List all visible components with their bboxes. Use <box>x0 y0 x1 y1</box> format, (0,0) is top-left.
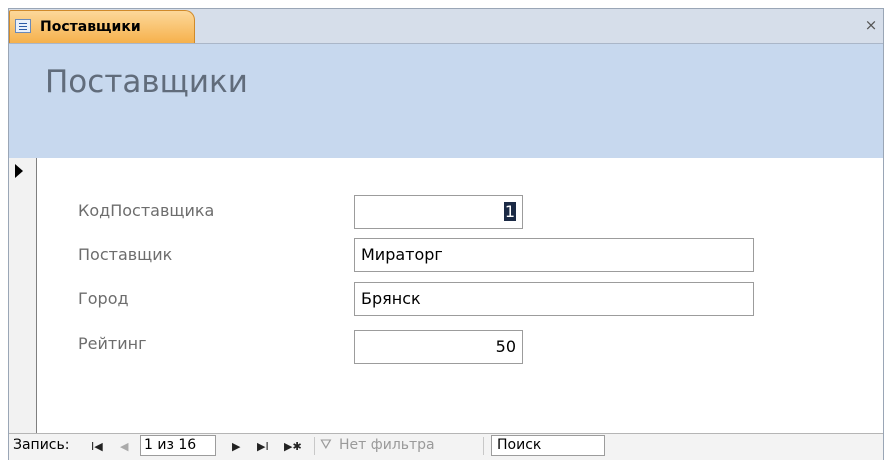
page-title: Поставщики <box>45 64 248 100</box>
form-header: Поставщики <box>9 44 883 158</box>
first-record-icon[interactable]: I◀ <box>91 440 103 453</box>
supplier-id-label: КодПоставщика <box>78 201 215 220</box>
separator <box>483 437 484 455</box>
search-input[interactable]: Поиск <box>491 435 605 456</box>
record-selector[interactable] <box>9 158 37 433</box>
record-label: Запись: <box>13 437 70 453</box>
funnel-icon: ⛛ <box>320 437 332 453</box>
supplier-name-label: Поставщик <box>78 245 173 264</box>
form-window: Поставщики × Поставщики КодПоставщика 1 … <box>8 8 884 460</box>
new-record-icon[interactable]: ▶✱ <box>284 440 302 453</box>
supplier-name-field[interactable]: Мираторг <box>354 238 754 272</box>
current-record-icon <box>15 164 23 178</box>
current-record-input[interactable]: 1 из 16 <box>140 435 216 456</box>
rating-label: Рейтинг <box>78 334 147 353</box>
tab-label: Поставщики <box>40 19 141 35</box>
close-icon[interactable]: × <box>863 16 879 34</box>
form-icon <box>15 19 31 33</box>
city-label: Город <box>78 289 129 308</box>
document-tab-bar: Поставщики × <box>9 9 883 44</box>
separator <box>314 437 315 455</box>
tab-suppliers[interactable]: Поставщики <box>9 10 195 43</box>
next-record-icon[interactable]: ▶ <box>232 440 240 453</box>
city-field[interactable]: Брянск <box>354 282 754 316</box>
supplier-id-value: 1 <box>503 202 516 221</box>
supplier-id-field[interactable]: 1 <box>354 195 523 229</box>
last-record-icon[interactable]: ▶I <box>257 440 269 453</box>
record-navigation-bar: Запись: I◀ ◀ 1 из 16 ▶ ▶I ▶✱ ⛛ Нет фильт… <box>9 433 883 460</box>
previous-record-icon[interactable]: ◀ <box>120 440 128 453</box>
filter-status-button[interactable]: Нет фильтра <box>339 437 435 453</box>
rating-field[interactable]: 50 <box>354 330 523 364</box>
